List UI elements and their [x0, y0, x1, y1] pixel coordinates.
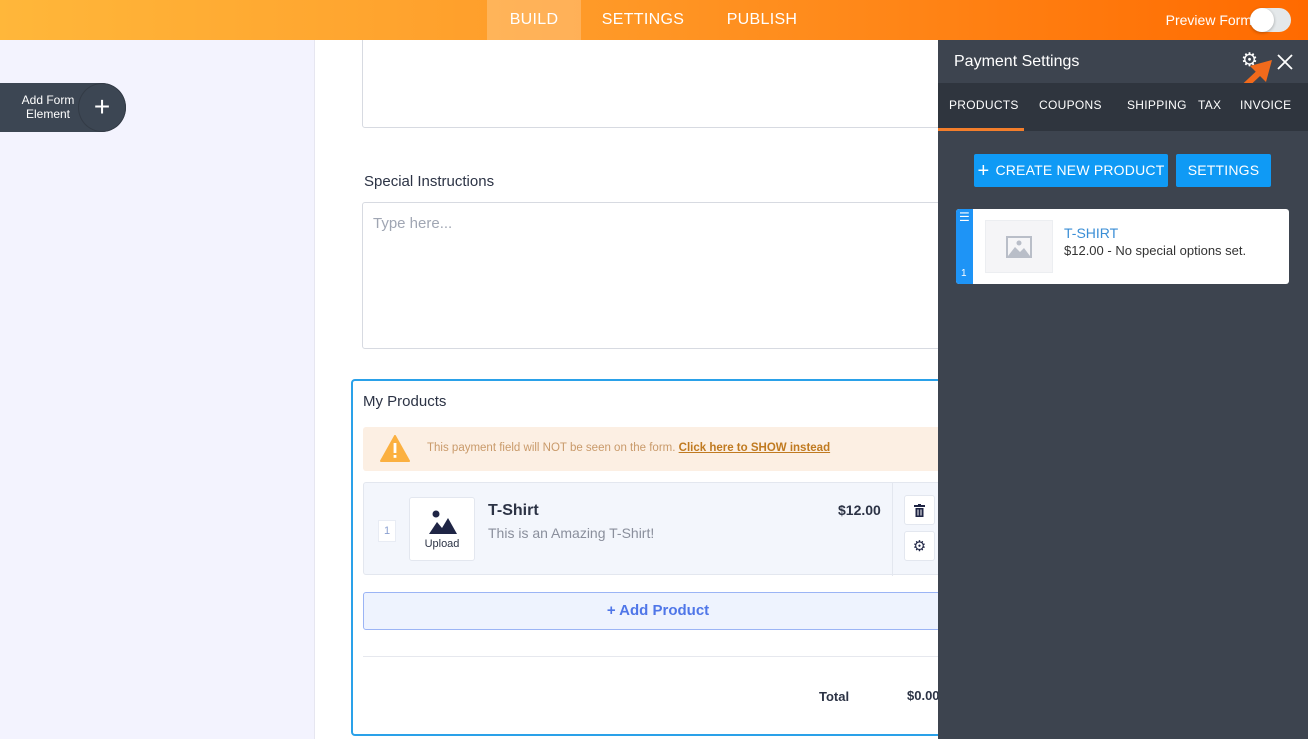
tab-products[interactable]: PRODUCTS [949, 98, 1019, 112]
product-card-detail: $12.00 - No special options set. [1064, 243, 1247, 258]
product-price: $12.00 [838, 502, 881, 518]
product-card-index: 1 [961, 268, 967, 279]
top-bar: BUILD SETTINGS PUBLISH Preview Form [0, 0, 1308, 40]
product-card-name[interactable]: T-SHIRT [1064, 225, 1118, 241]
warning-text: This payment field will NOT be seen on t… [427, 442, 676, 454]
warning-icon [380, 435, 410, 462]
form-canvas: Special Instructions Type here... My Pro… [316, 40, 938, 739]
placeholder: Type here... [373, 215, 453, 232]
trash-icon [914, 503, 925, 517]
active-tab-indicator [938, 128, 1024, 131]
image-placeholder-icon [1006, 235, 1032, 258]
preview-form-toggle[interactable] [1250, 8, 1291, 32]
create-new-product-button[interactable]: + CREATE NEW PRODUCT [974, 154, 1168, 187]
settings-button[interactable]: SETTINGS [1176, 154, 1271, 187]
product-thumbnail [985, 220, 1053, 273]
payment-settings-panel: Payment Settings ⚙ PRODUCTS COUPONS SHIP… [938, 40, 1308, 739]
tab-build[interactable]: BUILD [487, 0, 581, 40]
delete-product-button[interactable] [904, 495, 935, 525]
product-card[interactable]: ☰ 1 T-SHIRT $12.00 - No special options … [956, 209, 1289, 284]
panel-title: Payment Settings [954, 53, 1080, 70]
my-products-label: My Products [363, 393, 447, 410]
textarea-above[interactable] [362, 40, 938, 128]
tab-coupons[interactable]: COUPONS [1039, 98, 1102, 112]
menu-icon: ☰ [959, 210, 970, 224]
plus-icon: + [977, 160, 990, 182]
upload-image-button[interactable]: Upload [409, 497, 475, 561]
total-value: $0.00 [907, 688, 938, 703]
create-label: CREATE NEW PRODUCT [995, 162, 1165, 178]
product-name: T-Shirt [488, 502, 539, 519]
special-instructions-label: Special Instructions [364, 173, 495, 190]
drag-handle[interactable]: ☰ 1 [956, 209, 973, 284]
product-index: 1 [378, 520, 396, 542]
add-form-element-button[interactable]: Add Form Element + [0, 83, 126, 132]
tab-shipping[interactable]: SHIPPING [1127, 98, 1187, 112]
preview-form-label: Preview Form [1165, 12, 1252, 28]
plus-icon: + [78, 83, 126, 132]
total-label: Total [819, 689, 850, 704]
product-row: 1 Upload T-Shirt This is an Amazing T-Sh… [363, 482, 938, 576]
add-form-element-label: Add Form Element [21, 93, 75, 121]
image-icon [429, 510, 457, 534]
warning-banner: This payment field will NOT be seen on t… [363, 427, 938, 471]
close-icon[interactable] [1277, 54, 1293, 70]
gear-icon: ⚙ [912, 538, 927, 555]
upload-label: Upload [424, 538, 460, 550]
panel-tabs: PRODUCTS COUPONS SHIPPING TAX INVOICE [938, 83, 1308, 131]
tab-publish[interactable]: PUBLISH [712, 0, 812, 40]
product-settings-button[interactable]: ⚙ [904, 531, 935, 561]
show-link[interactable]: Click here to SHOW instead [679, 442, 830, 454]
tab-tax[interactable]: TAX [1198, 98, 1221, 112]
my-products-field[interactable]: My Products This payment field will NOT … [351, 379, 938, 736]
product-description: This is an Amazing T-Shirt! [488, 525, 655, 541]
add-product-button[interactable]: + Add Product [363, 592, 938, 630]
tab-invoice[interactable]: INVOICE [1240, 98, 1291, 112]
left-pane [0, 40, 315, 739]
tab-settings[interactable]: SETTINGS [587, 0, 699, 40]
special-instructions-input[interactable]: Type here... [362, 202, 938, 349]
